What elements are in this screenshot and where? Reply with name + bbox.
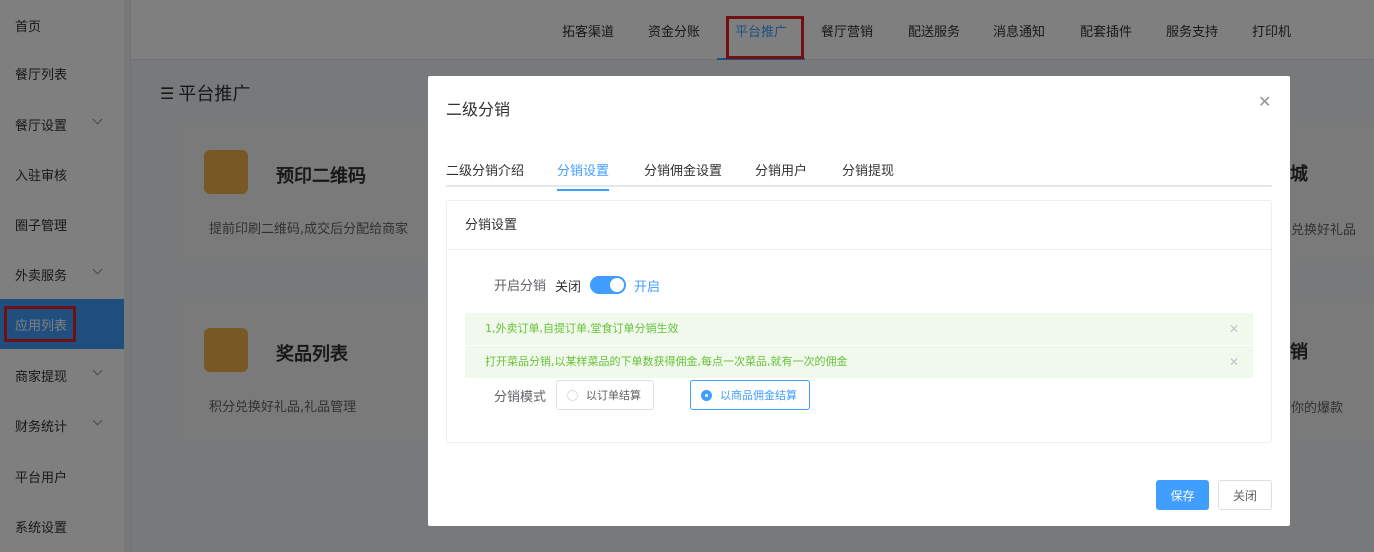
tab-distribution-withdrawal[interactable]: 分销提现 bbox=[842, 160, 894, 189]
close-icon[interactable]: ✕ bbox=[1229, 346, 1239, 378]
switch-off-label: 关闭 bbox=[555, 280, 582, 295]
distribution-dialog: 二级分销 ✕ 二级分销介绍 分销设置 分销佣金设置 分销用户 分销提现 分销设置… bbox=[428, 76, 1290, 526]
switch-on-label: 开启 bbox=[634, 280, 661, 295]
close-icon[interactable]: ✕ bbox=[1229, 313, 1239, 345]
radio-product-commission[interactable]: 以商品佣金结算 bbox=[690, 380, 810, 410]
tab-distribution-intro[interactable]: 二级分销介绍 bbox=[446, 160, 524, 189]
close-button[interactable]: 关闭 bbox=[1218, 480, 1272, 510]
dialog-tabs: 二级分销介绍 分销设置 分销佣金设置 分销用户 分销提现 bbox=[446, 152, 1272, 191]
tab-commission-settings[interactable]: 分销佣金设置 bbox=[644, 160, 722, 189]
radio-icon bbox=[701, 389, 712, 401]
radio-order-settlement[interactable]: 以订单结算 bbox=[556, 380, 654, 410]
alert-order-types: 1,外卖订单,自提订单,堂食订单分销生效 ✕ bbox=[465, 313, 1253, 345]
distribution-mode-label: 分销模式 bbox=[494, 390, 547, 405]
radio-label: 以订单结算 bbox=[586, 389, 641, 402]
alert-text: 1,外卖订单,自提订单,堂食订单分销生效 bbox=[485, 322, 679, 335]
enable-distribution-switch[interactable] bbox=[590, 276, 626, 294]
tab-distribution-settings[interactable]: 分销设置 bbox=[557, 160, 610, 191]
enable-distribution-label: 开启分销 bbox=[494, 279, 547, 294]
tab-distribution-users[interactable]: 分销用户 bbox=[755, 160, 807, 189]
save-button[interactable]: 保存 bbox=[1156, 480, 1209, 510]
dialog-title: 二级分销 bbox=[446, 100, 511, 119]
panel-heading: 分销设置 bbox=[447, 201, 1271, 250]
alert-dish-commission: 打开菜品分销,以某样菜品的下单数获得佣金,每点一次菜品,就有一次的佣金 ✕ bbox=[465, 346, 1253, 378]
settings-panel: 分销设置 开启分销 关闭 开启 1,外卖订单,自提订单,堂食订单分销生效 ✕ 打… bbox=[446, 200, 1272, 443]
radio-label: 以商品佣金结算 bbox=[720, 389, 797, 402]
close-icon[interactable]: ✕ bbox=[1258, 92, 1271, 111]
switch-knob bbox=[610, 278, 624, 292]
alert-text: 打开菜品分销,以某样菜品的下单数获得佣金,每点一次菜品,就有一次的佣金 bbox=[485, 355, 848, 368]
radio-icon bbox=[567, 389, 578, 401]
